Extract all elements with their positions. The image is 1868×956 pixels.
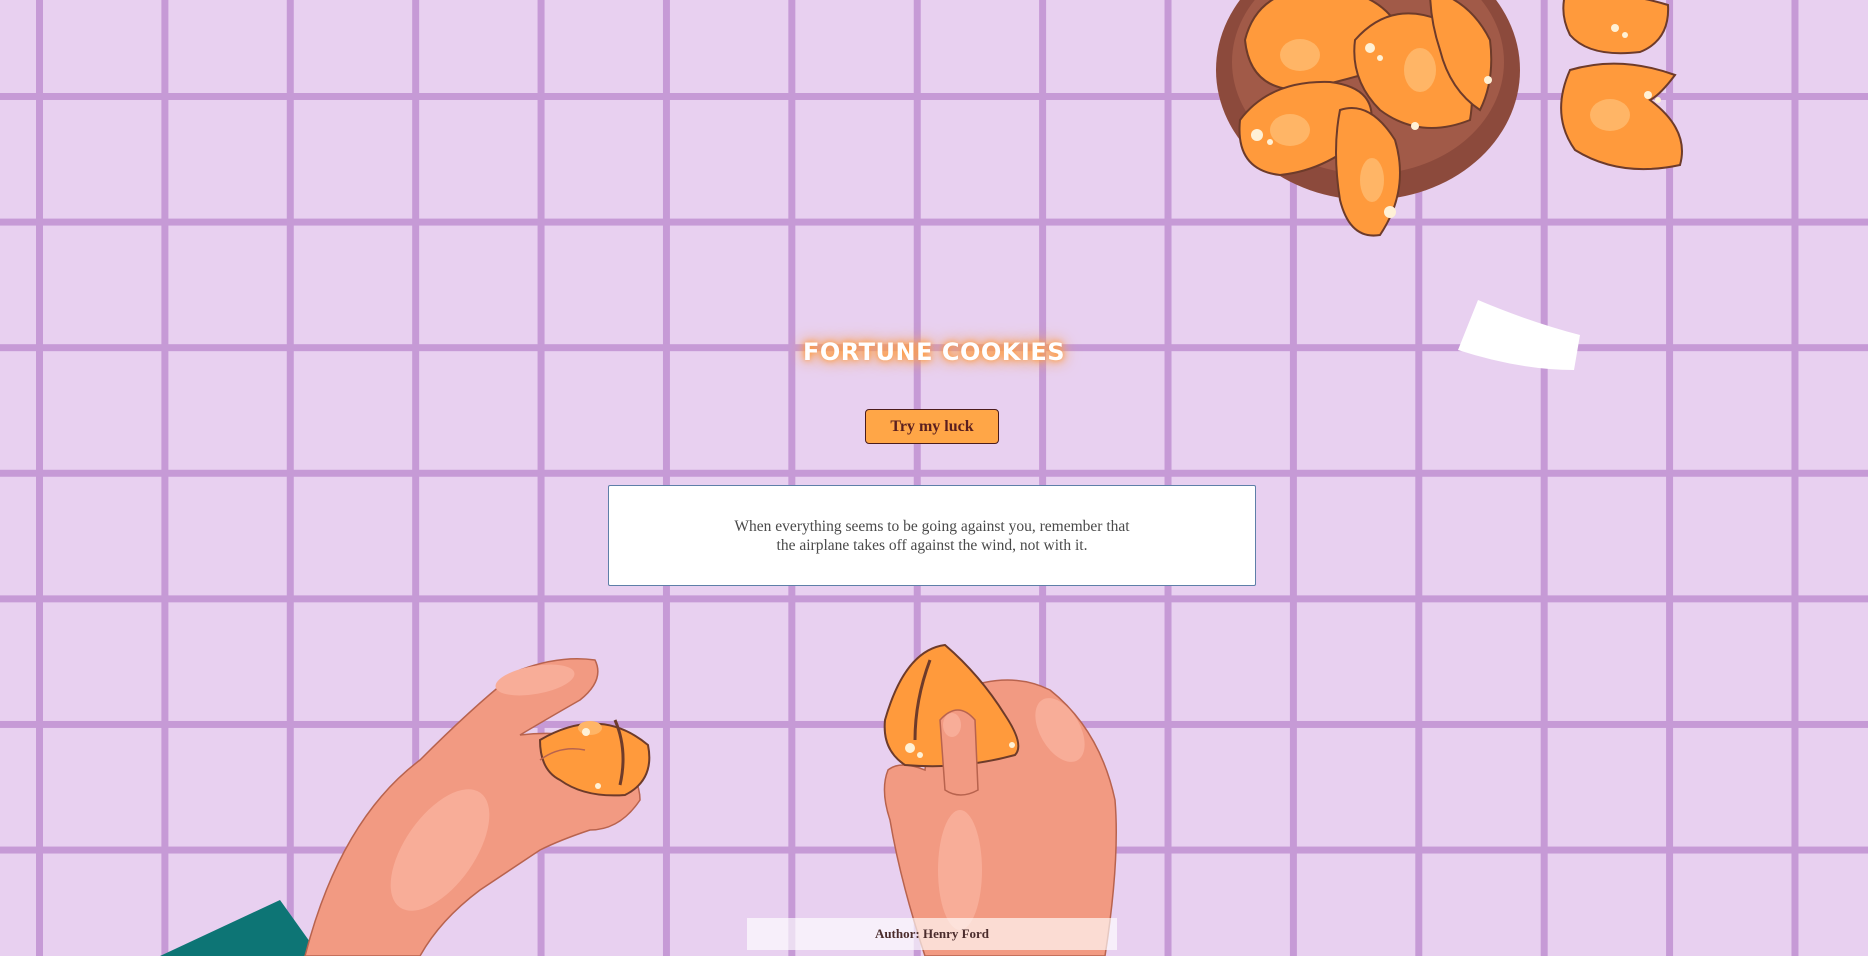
author-footer: Author: Henry Ford xyxy=(747,918,1117,950)
try-my-luck-button[interactable]: Try my luck xyxy=(865,409,999,444)
right-hand-illustration xyxy=(883,643,1117,956)
background-illustration xyxy=(160,0,1683,956)
fortune-cookie-icon xyxy=(1560,0,1683,171)
cookie-bowl-illustration xyxy=(1216,0,1520,237)
author-prefix: Author: xyxy=(874,926,923,941)
page-title: FORTUNE COOKIES xyxy=(802,338,1066,366)
fortune-card: When everything seems to be going agains… xyxy=(608,485,1256,586)
fortune-text: When everything seems to be going agains… xyxy=(734,517,1130,554)
author-name: Henry Ford xyxy=(922,926,990,941)
left-hand-illustration xyxy=(160,658,651,956)
